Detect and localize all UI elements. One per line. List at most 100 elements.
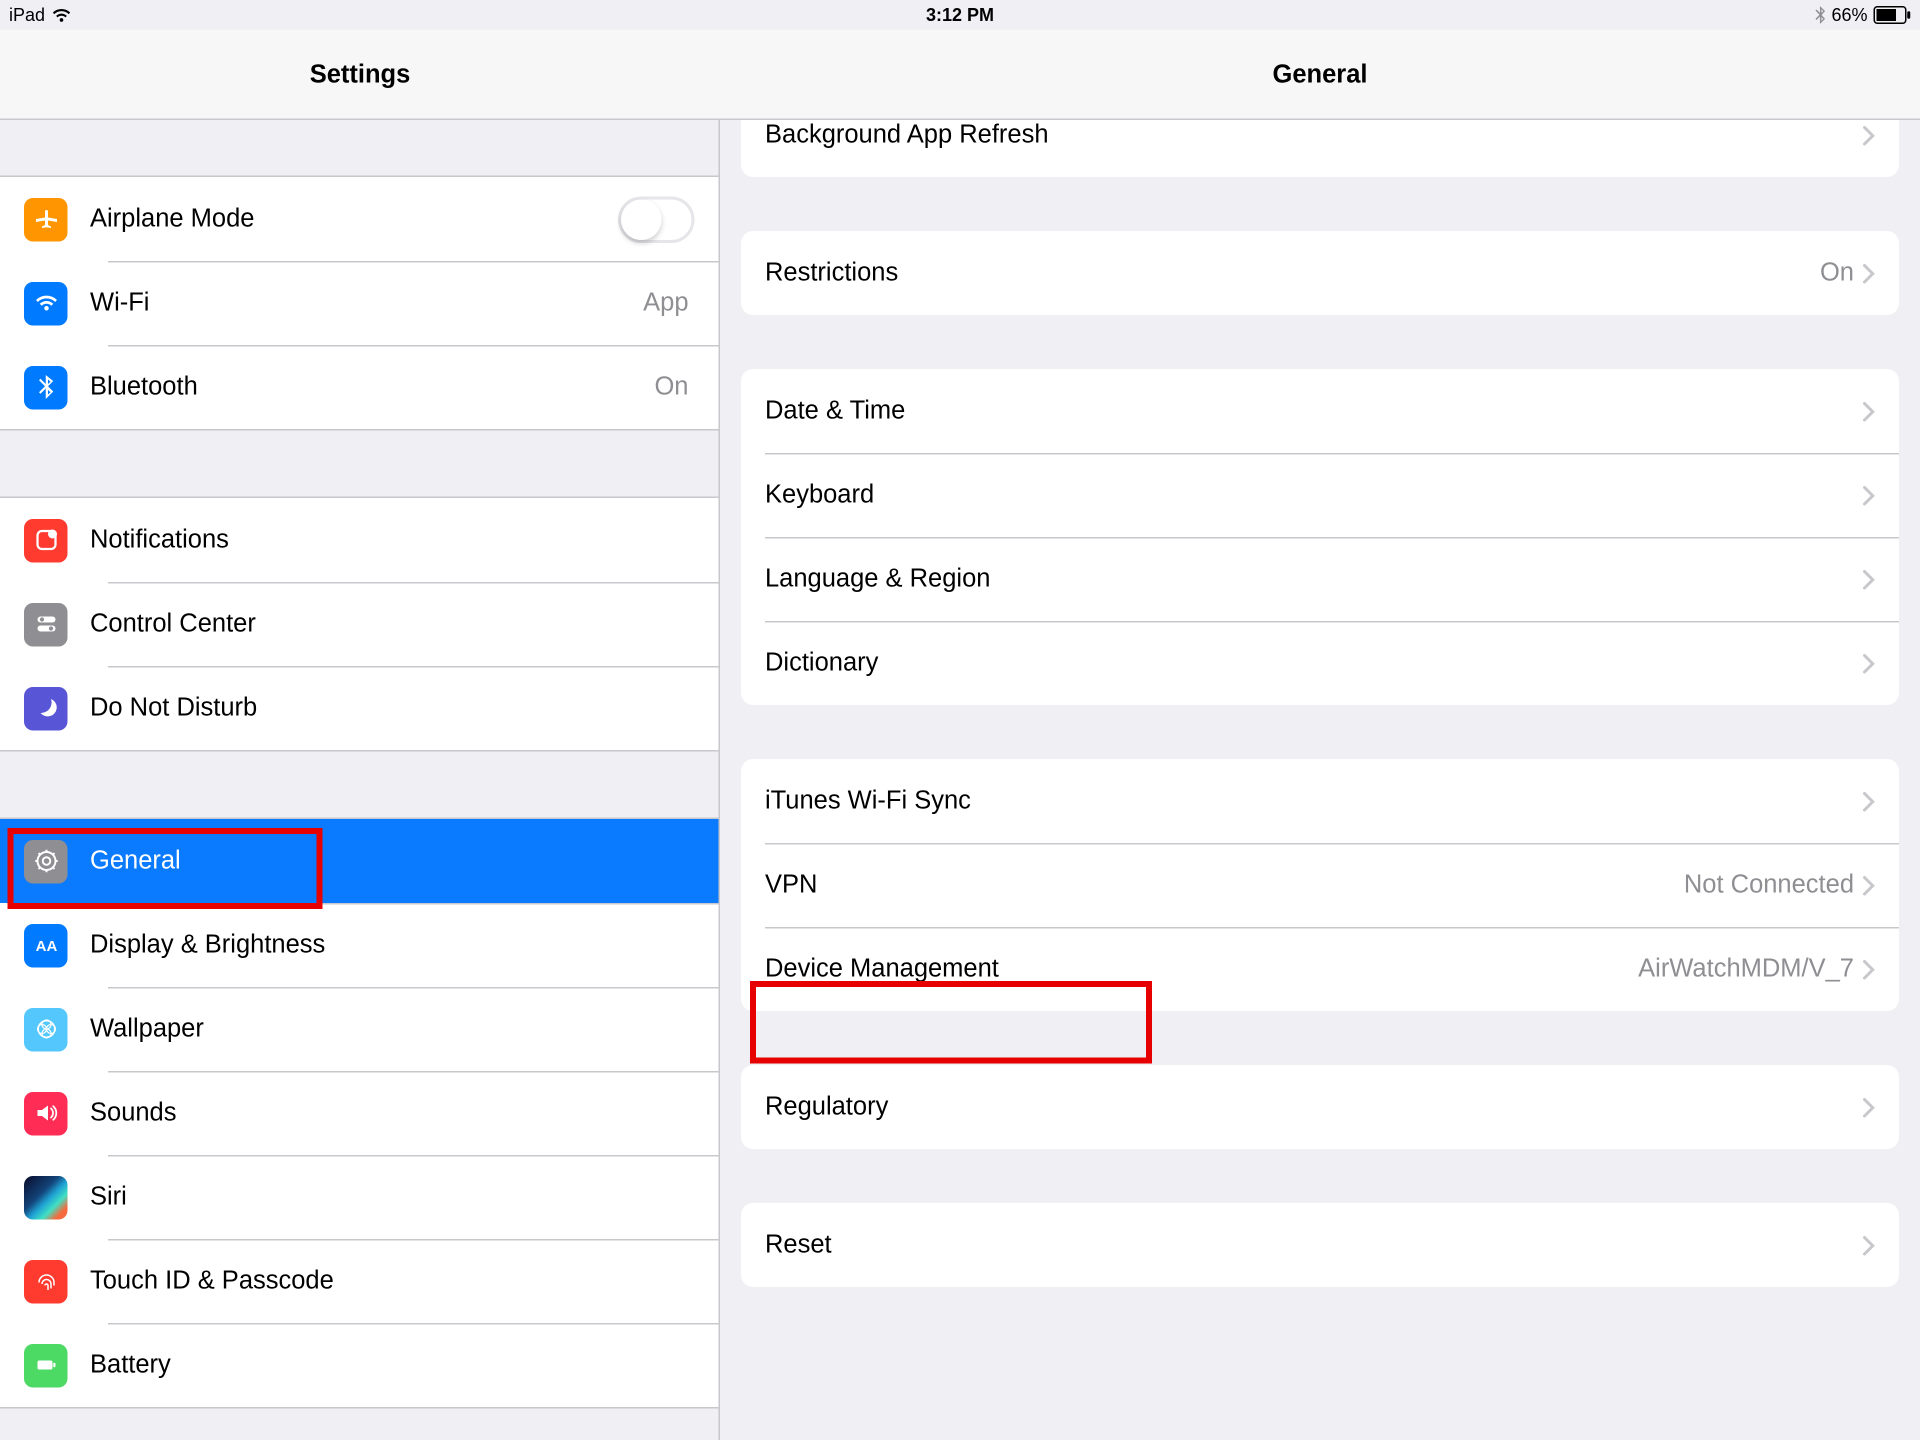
wifi-settings-icon (24, 281, 68, 325)
bg-app-refresh-label: Background App Refresh (765, 120, 1863, 150)
restrictions-value: On (1820, 258, 1854, 288)
sidebar-group-connectivity: Airplane Mode Wi-Fi App Bluetooth On (0, 176, 719, 431)
itunes-wifi-sync-label: iTunes Wi-Fi Sync (765, 786, 1863, 816)
sidebar-title: Settings (310, 59, 411, 89)
sidebar-group-general: General AA Display & Brightness Wallpape… (0, 818, 719, 1409)
device-mgmt-value: AirWatchMDM/V_7 (1638, 954, 1854, 984)
vpn-value: Not Connected (1684, 870, 1854, 900)
sidebar-item-control-center[interactable]: Control Center (0, 582, 719, 666)
dictionary-label: Dictionary (765, 648, 1863, 678)
sidebar-item-wifi[interactable]: Wi-Fi App (0, 261, 719, 345)
control-center-icon (24, 602, 68, 646)
chevron-icon (1863, 125, 1875, 145)
row-bg-app-refresh[interactable]: Background App Refresh (741, 120, 1899, 177)
sidebar-item-airplane-mode[interactable]: Airplane Mode (0, 177, 719, 261)
chevron-icon (1863, 401, 1875, 421)
regulatory-label: Regulatory (765, 1092, 1863, 1122)
airplane-mode-label: Airplane Mode (90, 204, 618, 234)
display-icon: AA (24, 923, 68, 967)
restrictions-label: Restrictions (765, 258, 1820, 288)
detail-group-0: Background App Refresh (741, 120, 1899, 177)
bluetooth-icon (24, 365, 68, 409)
chevron-icon (1863, 959, 1875, 979)
sidebar-group-notifications: Notifications Control Center Do Not Dist… (0, 497, 719, 752)
chevron-icon (1863, 569, 1875, 589)
wifi-icon (51, 8, 72, 23)
device-name: iPad (9, 5, 45, 26)
sidebar-navbar: Settings (0, 30, 720, 120)
sounds-label: Sounds (90, 1098, 695, 1128)
touchid-icon (24, 1259, 68, 1303)
sidebar-item-display[interactable]: AA Display & Brightness (0, 903, 719, 987)
sidebar-item-dnd[interactable]: Do Not Disturb (0, 666, 719, 750)
sidebar-item-siri[interactable]: Siri (0, 1155, 719, 1239)
sidebar-item-bluetooth[interactable]: Bluetooth On (0, 345, 719, 429)
siri-label: Siri (90, 1182, 695, 1212)
airplane-icon (24, 197, 68, 241)
bluetooth-label: Bluetooth (90, 372, 654, 402)
notifications-label: Notifications (90, 525, 695, 555)
wifi-value: App (643, 288, 688, 318)
chevron-icon (1863, 875, 1875, 895)
vpn-label: VPN (765, 870, 1684, 900)
wallpaper-label: Wallpaper (90, 1014, 695, 1044)
dnd-label: Do Not Disturb (90, 693, 695, 723)
siri-icon (24, 1175, 68, 1219)
settings-sidebar[interactable]: Airplane Mode Wi-Fi App Bluetooth On (0, 120, 720, 1440)
status-time: 3:12 PM (926, 5, 994, 26)
row-restrictions[interactable]: Restrictions On (741, 231, 1899, 315)
detail-navbar: General (720, 30, 1920, 120)
detail-group-1: Restrictions On (741, 231, 1899, 315)
row-device-management[interactable]: Device Management AirWatchMDM/V_7 (741, 927, 1899, 1011)
detail-group-2: Date & Time Keyboard Language & Region D… (741, 369, 1899, 705)
reset-label: Reset (765, 1230, 1863, 1260)
sidebar-item-battery[interactable]: Battery (0, 1323, 719, 1407)
row-date-time[interactable]: Date & Time (741, 369, 1899, 453)
detail-title: General (1273, 59, 1368, 89)
general-icon (24, 839, 68, 883)
row-reset[interactable]: Reset (741, 1203, 1899, 1287)
row-dictionary[interactable]: Dictionary (741, 621, 1899, 705)
wifi-label: Wi-Fi (90, 288, 643, 318)
bluetooth-status-icon (1815, 6, 1826, 24)
chevron-icon (1863, 1097, 1875, 1117)
sidebar-item-wallpaper[interactable]: Wallpaper (0, 987, 719, 1071)
display-label: Display & Brightness (90, 930, 695, 960)
chevron-icon (1863, 485, 1875, 505)
detail-group-5: Reset (741, 1203, 1899, 1287)
chevron-icon (1863, 791, 1875, 811)
battery-percent: 66% (1831, 5, 1867, 26)
control-center-label: Control Center (90, 609, 695, 639)
chevron-icon (1863, 653, 1875, 673)
row-vpn[interactable]: VPN Not Connected (741, 843, 1899, 927)
row-regulatory[interactable]: Regulatory (741, 1065, 1899, 1149)
sounds-icon (24, 1091, 68, 1135)
row-itunes-wifi-sync[interactable]: iTunes Wi-Fi Sync (741, 759, 1899, 843)
row-lang-region[interactable]: Language & Region (741, 537, 1899, 621)
keyboard-label: Keyboard (765, 480, 1863, 510)
svg-text:AA: AA (35, 938, 57, 955)
chevron-icon (1863, 1235, 1875, 1255)
sidebar-item-general[interactable]: General (0, 819, 719, 903)
sidebar-item-notifications[interactable]: Notifications (0, 498, 719, 582)
general-label: General (90, 846, 695, 876)
touchid-label: Touch ID & Passcode (90, 1266, 695, 1296)
airplane-mode-toggle[interactable] (618, 196, 695, 243)
row-keyboard[interactable]: Keyboard (741, 453, 1899, 537)
battery-icon (1874, 6, 1912, 24)
device-mgmt-label: Device Management (765, 954, 1638, 984)
sidebar-item-touchid[interactable]: Touch ID & Passcode (0, 1239, 719, 1323)
battery-label: Battery (90, 1350, 695, 1380)
bluetooth-value: On (654, 372, 688, 402)
general-detail[interactable]: Background App Refresh Restrictions On D… (720, 120, 1920, 1440)
dnd-icon (24, 686, 68, 730)
battery-icon-row (24, 1343, 68, 1387)
notifications-icon (24, 518, 68, 562)
chevron-icon (1863, 263, 1875, 283)
detail-group-3: iTunes Wi-Fi Sync VPN Not Connected Devi… (741, 759, 1899, 1011)
lang-region-label: Language & Region (765, 564, 1863, 594)
wallpaper-icon (24, 1007, 68, 1051)
status-bar: iPad 3:12 PM 66% (0, 0, 1920, 30)
detail-group-4: Regulatory (741, 1065, 1899, 1149)
sidebar-item-sounds[interactable]: Sounds (0, 1071, 719, 1155)
